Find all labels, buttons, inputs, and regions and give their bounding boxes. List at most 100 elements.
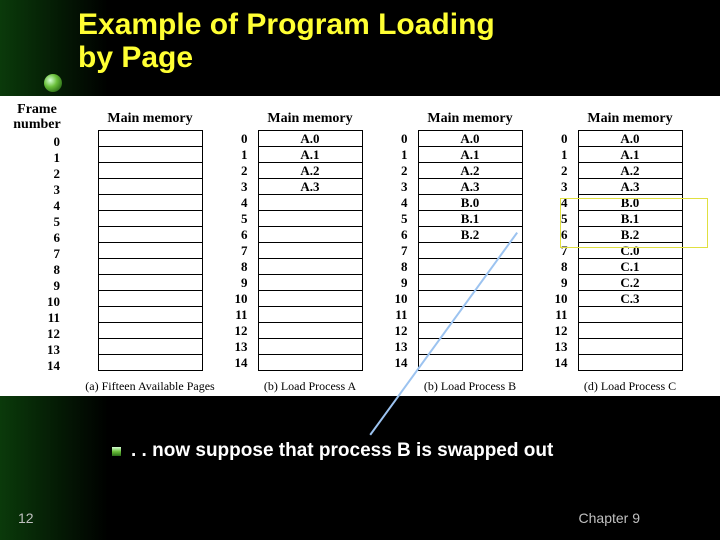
memory-cell xyxy=(419,355,522,371)
memory-header-b: Main memory xyxy=(267,102,352,126)
frame-number: 12 xyxy=(395,323,408,339)
memory-cell xyxy=(259,195,362,211)
slide-number: 12 xyxy=(18,510,34,526)
frame-number: 11 xyxy=(48,310,60,326)
bullet-square-icon xyxy=(112,447,121,456)
frame-number: 9 xyxy=(561,275,568,291)
memory-header-a: Main memory xyxy=(107,102,192,126)
memory-cell xyxy=(99,131,202,147)
frame-number: 7 xyxy=(401,243,408,259)
memory-cell xyxy=(579,355,682,371)
memory-cell xyxy=(259,323,362,339)
memory-cell xyxy=(419,259,522,275)
frame-numbers-col2: 01234567891011121314 xyxy=(395,131,408,371)
memory-cell: B.1 xyxy=(579,211,682,227)
frame-number: 2 xyxy=(401,163,408,179)
frame-number: 11 xyxy=(235,307,247,323)
memory-cell xyxy=(259,227,362,243)
memory-header-c: Main memory xyxy=(427,102,512,126)
memory-cell xyxy=(99,307,202,323)
title-line-2: by Page xyxy=(78,41,193,74)
bullet-row: . . now suppose that process B is swappe… xyxy=(112,440,553,462)
memory-cell xyxy=(259,275,362,291)
memory-cell xyxy=(99,147,202,163)
frame-numbers-col3: 01234567891011121314 xyxy=(555,131,568,371)
memory-cell: B.0 xyxy=(579,195,682,211)
memory-table-c: 01234567891011121314 A.0A.1A.2A.3B.0B.1B… xyxy=(418,130,523,371)
caption-a: (a) Fifteen Available Pages xyxy=(85,379,214,394)
frame-number: 4 xyxy=(241,195,248,211)
memory-cell xyxy=(259,355,362,371)
frame-number-header: Framenumber xyxy=(13,102,60,132)
memory-cell: A.1 xyxy=(419,147,522,163)
frame-number: 7 xyxy=(561,243,568,259)
frame-number: 5 xyxy=(241,211,248,227)
frame-number: 8 xyxy=(54,262,61,278)
frame-number: 0 xyxy=(401,131,408,147)
memory-cell xyxy=(99,179,202,195)
memory-header-d: Main memory xyxy=(587,102,672,126)
memory-cell xyxy=(419,323,522,339)
frame-number: 5 xyxy=(54,214,61,230)
frame-number: 1 xyxy=(401,147,408,163)
frame-number: 3 xyxy=(401,179,408,195)
memory-cell xyxy=(419,275,522,291)
diagram-panel: Framenumber 01234567891011121314 Main me… xyxy=(0,96,720,396)
frame-number: 2 xyxy=(54,166,61,182)
memory-cell: A.0 xyxy=(419,131,522,147)
memory-column-c: Main memory 01234567891011121314 A.0A.1A… xyxy=(394,102,546,394)
slide-title: Example of Program Loading by Page xyxy=(78,8,495,74)
frame-number: 3 xyxy=(241,179,248,195)
frame-number: 10 xyxy=(555,291,568,307)
memory-cell: A.2 xyxy=(259,163,362,179)
frame-number: 1 xyxy=(54,150,61,166)
memory-cell xyxy=(99,355,202,371)
memory-cell xyxy=(99,323,202,339)
frame-number: 9 xyxy=(241,275,248,291)
memory-cell: A.3 xyxy=(419,179,522,195)
frame-number: 14 xyxy=(395,355,408,371)
frame-number: 6 xyxy=(241,227,248,243)
frame-number: 2 xyxy=(561,163,568,179)
memory-cell: C.0 xyxy=(579,243,682,259)
frame-number: 8 xyxy=(241,259,248,275)
frame-number: 7 xyxy=(241,243,248,259)
chapter-label: Chapter 9 xyxy=(579,510,640,526)
frame-number: 14 xyxy=(235,355,248,371)
frame-number: 3 xyxy=(54,182,61,198)
memory-column-d: Main memory 01234567891011121314 A.0A.1A… xyxy=(554,102,706,394)
frame-numbers-col1: 01234567891011121314 xyxy=(235,131,248,371)
frame-number: 6 xyxy=(561,227,568,243)
memory-cell xyxy=(419,291,522,307)
memory-table-a xyxy=(98,130,203,371)
bullet-text: . . now suppose that process B is swappe… xyxy=(131,440,553,462)
frame-number: 11 xyxy=(395,307,407,323)
frame-number: 6 xyxy=(401,227,408,243)
caption-d: (d) Load Process C xyxy=(584,379,676,394)
frame-number: 8 xyxy=(401,259,408,275)
frame-number: 0 xyxy=(54,134,61,150)
memory-cell xyxy=(99,211,202,227)
frame-number: 7 xyxy=(54,246,61,262)
frame-number: 13 xyxy=(47,342,60,358)
memory-cell: B.2 xyxy=(419,227,522,243)
memory-cell: C.2 xyxy=(579,275,682,291)
memory-cell: A.0 xyxy=(579,131,682,147)
memory-cell xyxy=(259,243,362,259)
frame-number: 4 xyxy=(54,198,61,214)
memory-cell: B.1 xyxy=(419,211,522,227)
memory-cell xyxy=(259,307,362,323)
memory-cell xyxy=(99,227,202,243)
frame-number: 4 xyxy=(561,195,568,211)
frame-number: 9 xyxy=(401,275,408,291)
frame-number: 9 xyxy=(54,278,61,294)
memory-cell: B.2 xyxy=(579,227,682,243)
memory-cell: C.3 xyxy=(579,291,682,307)
frame-number: 10 xyxy=(235,291,248,307)
memory-cell xyxy=(259,259,362,275)
frame-number: 13 xyxy=(235,339,248,355)
frame-number: 0 xyxy=(241,131,248,147)
caption-c: (b) Load Process B xyxy=(424,379,516,394)
caption-b: (b) Load Process A xyxy=(264,379,356,394)
frame-number: 1 xyxy=(241,147,248,163)
